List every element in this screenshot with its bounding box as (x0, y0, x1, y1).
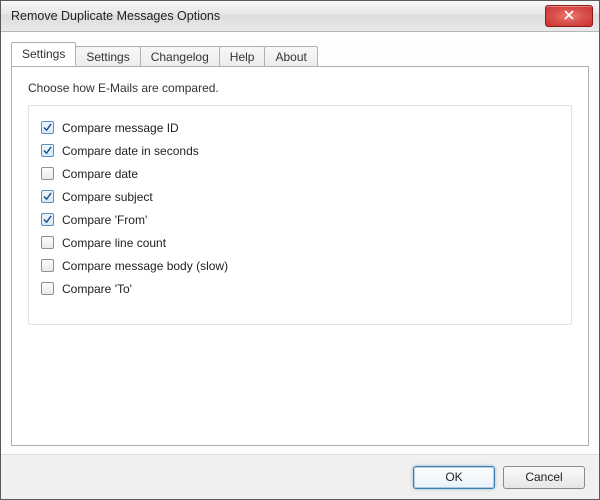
titlebar: Remove Duplicate Messages Options (1, 1, 599, 32)
tab-label: About (275, 50, 306, 64)
option-compare-body[interactable]: Compare message body (slow) (41, 254, 559, 277)
option-label: Compare line count (62, 236, 166, 250)
close-button[interactable] (545, 5, 593, 27)
option-label: Compare date in seconds (62, 144, 199, 158)
tab-changelog[interactable]: Changelog (140, 46, 220, 67)
tab-about[interactable]: About (264, 46, 317, 67)
button-label: Cancel (525, 470, 562, 484)
option-compare-date[interactable]: Compare date (41, 162, 559, 185)
checkbox-icon (41, 167, 54, 180)
checkbox-icon (41, 213, 54, 226)
option-compare-message-id[interactable]: Compare message ID (41, 116, 559, 139)
option-compare-from[interactable]: Compare 'From' (41, 208, 559, 231)
option-label: Compare date (62, 167, 138, 181)
option-label: Compare subject (62, 190, 153, 204)
window-title: Remove Duplicate Messages Options (11, 9, 545, 23)
ok-button[interactable]: OK (413, 466, 495, 489)
checkbox-icon (41, 259, 54, 272)
instruction-text: Choose how E-Mails are compared. (28, 81, 572, 95)
client-area: Settings Settings Changelog Help About C… (1, 32, 599, 499)
tab-label: Changelog (151, 50, 209, 64)
tab-panel: Choose how E-Mails are compared. Compare… (11, 66, 589, 446)
checkbox-icon (41, 190, 54, 203)
option-compare-to[interactable]: Compare 'To' (41, 277, 559, 300)
option-label: Compare 'To' (62, 282, 132, 296)
option-label: Compare 'From' (62, 213, 147, 227)
options-group: Compare message ID Compare date in secon… (28, 105, 572, 325)
cancel-button[interactable]: Cancel (503, 466, 585, 489)
option-compare-subject[interactable]: Compare subject (41, 185, 559, 208)
button-bar: OK Cancel (1, 454, 599, 499)
tab-help[interactable]: Help (219, 46, 266, 67)
tab-label: Settings (22, 47, 65, 61)
tab-label: Help (230, 50, 255, 64)
checkbox-icon (41, 121, 54, 134)
checkbox-icon (41, 236, 54, 249)
tab-settings-2[interactable]: Settings (75, 46, 140, 67)
option-label: Compare message body (slow) (62, 259, 228, 273)
option-compare-date-seconds[interactable]: Compare date in seconds (41, 139, 559, 162)
tab-settings[interactable]: Settings (11, 42, 76, 66)
tabstrip: Settings Settings Changelog Help About (1, 32, 599, 66)
close-icon (564, 9, 574, 23)
button-label: OK (445, 470, 462, 484)
checkbox-icon (41, 282, 54, 295)
option-compare-line-count[interactable]: Compare line count (41, 231, 559, 254)
checkbox-icon (41, 144, 54, 157)
dialog-window: Remove Duplicate Messages Options Settin… (0, 0, 600, 500)
option-label: Compare message ID (62, 121, 179, 135)
tab-label: Settings (86, 50, 129, 64)
